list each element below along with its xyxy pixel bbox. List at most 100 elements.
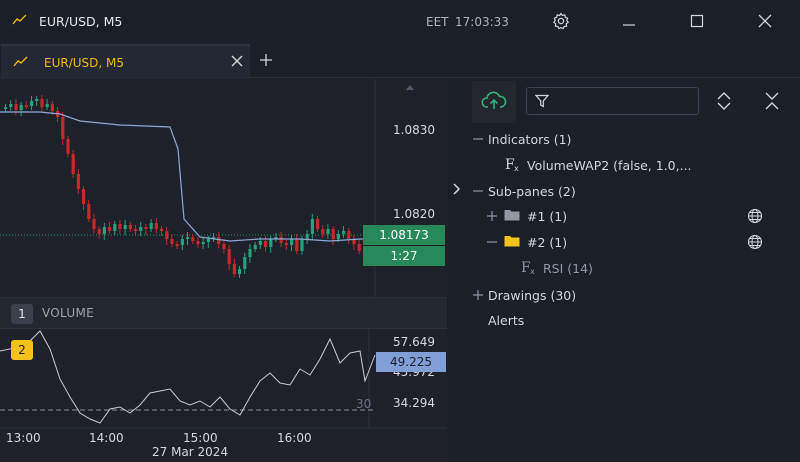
candle-body — [19, 105, 23, 110]
candle-body — [196, 241, 200, 244]
candle-body — [24, 105, 28, 107]
candle-body — [102, 227, 106, 234]
filter-input[interactable] — [557, 92, 692, 110]
folder-icon — [504, 234, 520, 250]
collapse-sign[interactable] — [486, 236, 498, 248]
price-chart[interactable] — [0, 79, 447, 462]
candle-body — [279, 237, 283, 243]
tree-label: VolumeWAP2 (false, 1.0,... — [527, 157, 692, 173]
candle-body — [66, 139, 70, 154]
candle-body — [170, 239, 174, 244]
expand-collapse-button[interactable] — [713, 91, 735, 113]
globe-icon[interactable] — [747, 208, 763, 224]
tree-item-subpanes[interactable]: Sub-panes (2) — [488, 180, 576, 202]
rsi-current-value: 49.225 — [376, 352, 446, 372]
tree-item-alerts[interactable]: Alerts — [488, 309, 524, 331]
candle-body — [264, 241, 268, 247]
candle-body — [326, 229, 330, 234]
candle-body — [113, 224, 117, 231]
candle-body — [154, 223, 158, 229]
candle-body — [253, 245, 257, 249]
tree-label: Alerts — [488, 312, 525, 328]
svg-text:x: x — [514, 164, 519, 172]
add-tab-button[interactable] — [256, 51, 276, 71]
rsi-pane-badge[interactable]: 2 — [11, 340, 33, 360]
tree-item-subpane-1[interactable]: #1 (1) — [504, 205, 567, 227]
tree-label: Drawings (30) — [488, 287, 577, 303]
maximize-button[interactable] — [682, 8, 712, 36]
candle-body — [30, 101, 34, 106]
candle-body — [87, 204, 91, 219]
rsi-level-label: 30 — [356, 397, 372, 411]
tree-item-drawings[interactable]: Drawings (30) — [488, 284, 576, 306]
expand-sign[interactable] — [472, 289, 484, 301]
candle-body — [243, 257, 247, 269]
candle-body — [76, 174, 80, 189]
candle-body — [9, 104, 13, 107]
tree-label: Indicators (1) — [488, 131, 572, 147]
candle-body — [331, 229, 335, 239]
window-title: EUR/USD, M5 — [39, 14, 123, 29]
candle-body — [180, 239, 184, 245]
collapse-sign[interactable] — [472, 185, 484, 197]
close-window-button[interactable] — [750, 8, 780, 36]
chart-tab[interactable]: EUR/USD, M5 — [1, 44, 250, 79]
settings-button[interactable] — [546, 8, 576, 36]
candle-body — [321, 229, 325, 234]
function-icon: Fx — [521, 259, 539, 278]
chevron-up-icon[interactable] — [405, 80, 415, 94]
chart-line-icon — [13, 56, 29, 71]
candle-body — [165, 231, 169, 239]
minimize-button[interactable] — [614, 8, 644, 36]
candle-body — [342, 231, 346, 234]
filter-box[interactable] — [526, 87, 699, 115]
pane-number-badge[interactable]: 1 — [11, 304, 33, 324]
tree-label: #2 (1) — [527, 234, 568, 250]
candle-body — [300, 239, 304, 251]
collapse-panel-button[interactable] — [450, 181, 464, 199]
candle-body — [61, 117, 65, 139]
expand-collapse-icon — [716, 91, 732, 113]
collapse-sign[interactable] — [472, 133, 484, 145]
candle-body — [295, 239, 299, 251]
price-axis-label: 1.0820 — [393, 207, 435, 221]
maximize-icon — [690, 14, 704, 31]
candle-body — [290, 239, 294, 245]
filter-icon — [534, 94, 550, 111]
tree-item-subpane-2[interactable]: #2 (1) — [504, 231, 567, 253]
close-icon — [231, 55, 243, 70]
object-tree-panel: Indicators (1) Fx VolumeWAP2 (false, 1.0… — [469, 79, 800, 462]
candle-body — [149, 223, 153, 229]
candle-body — [123, 225, 127, 229]
candle-body — [139, 227, 143, 231]
minimize-icon — [622, 14, 636, 31]
expand-sign[interactable] — [486, 210, 498, 222]
collapse-all-button[interactable] — [761, 91, 783, 113]
function-icon: Fx — [505, 156, 523, 175]
candle-body — [305, 234, 309, 239]
candle-body — [144, 227, 148, 229]
tab-close-button[interactable] — [228, 53, 246, 71]
globe-icon[interactable] — [747, 234, 763, 250]
candle-body — [258, 241, 262, 245]
upload-button[interactable] — [472, 81, 516, 123]
candle-body — [35, 99, 39, 101]
chart-area[interactable]: 1.0830 1.0820 1.08173 1:27 1 VOLUME 2 57… — [0, 79, 447, 462]
rsi-line — [0, 330, 376, 424]
candle-body — [316, 219, 320, 229]
tab-strip: EUR/USD, M5 — [0, 44, 800, 79]
tree-item-volumewap[interactable]: Fx VolumeWAP2 (false, 1.0,... — [505, 154, 692, 176]
price-axis-label: 1.0830 — [393, 123, 435, 137]
candle-body — [336, 234, 340, 239]
svg-text:x: x — [530, 267, 535, 275]
candle-body — [284, 243, 288, 245]
candle-body — [191, 237, 195, 241]
tree-item-indicators[interactable]: Indicators (1) — [488, 128, 571, 150]
gear-icon — [552, 11, 570, 33]
candle-body — [186, 237, 190, 239]
date-axis-label: 27 Mar 2024 — [152, 445, 229, 459]
candle-body — [4, 107, 8, 109]
bar-countdown-label: 1:27 — [363, 246, 445, 266]
tree-item-rsi[interactable]: Fx RSI (14) — [521, 257, 593, 279]
candle-body — [269, 239, 273, 247]
